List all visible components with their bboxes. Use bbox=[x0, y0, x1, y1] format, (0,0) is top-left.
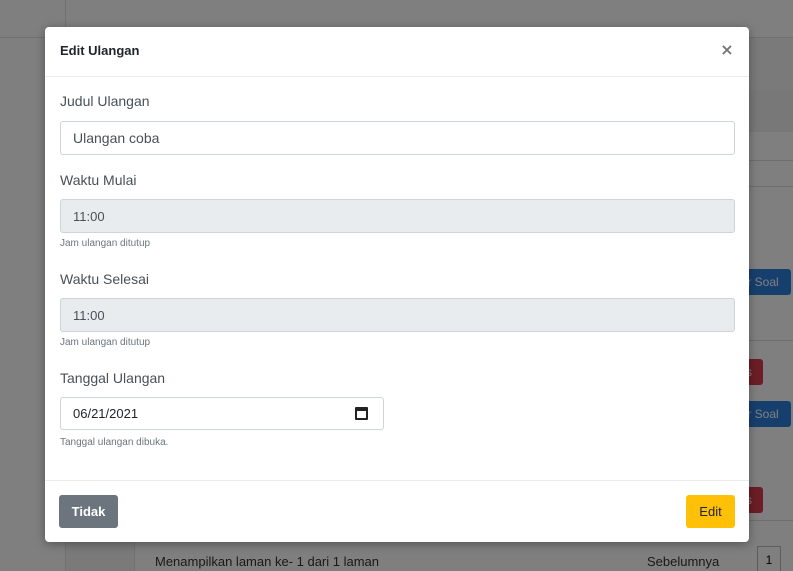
edit-ulangan-modal: Edit Ulangan × Judul Ulangan Waktu Mulai… bbox=[45, 27, 749, 542]
waktu-mulai-help: Jam ulangan ditutup bbox=[60, 238, 151, 249]
cancel-button[interactable]: Tidak bbox=[59, 495, 118, 528]
waktu-mulai-label: Waktu Mulai bbox=[60, 172, 137, 188]
calendar-icon[interactable] bbox=[355, 407, 368, 420]
waktu-selesai-help: Jam ulangan ditutup bbox=[60, 337, 151, 348]
waktu-mulai-input[interactable] bbox=[60, 199, 735, 233]
judul-input[interactable] bbox=[60, 121, 735, 155]
waktu-selesai-input[interactable] bbox=[60, 298, 735, 332]
modal-footer: Tidak Edit bbox=[45, 480, 749, 542]
edit-button[interactable]: Edit bbox=[686, 495, 735, 528]
close-icon[interactable]: × bbox=[719, 41, 735, 59]
tanggal-value: 06/21/2021 bbox=[73, 406, 139, 421]
waktu-selesai-label: Waktu Selesai bbox=[60, 271, 149, 287]
modal-title: Edit Ulangan bbox=[60, 43, 140, 58]
tanggal-label: Tanggal Ulangan bbox=[60, 370, 166, 386]
judul-label: Judul Ulangan bbox=[60, 93, 150, 109]
modal-header: Edit Ulangan × bbox=[45, 27, 749, 77]
tanggal-help: Tanggal ulangan dibuka. bbox=[60, 437, 169, 448]
tanggal-date-input[interactable]: 06/21/2021 bbox=[60, 397, 384, 430]
